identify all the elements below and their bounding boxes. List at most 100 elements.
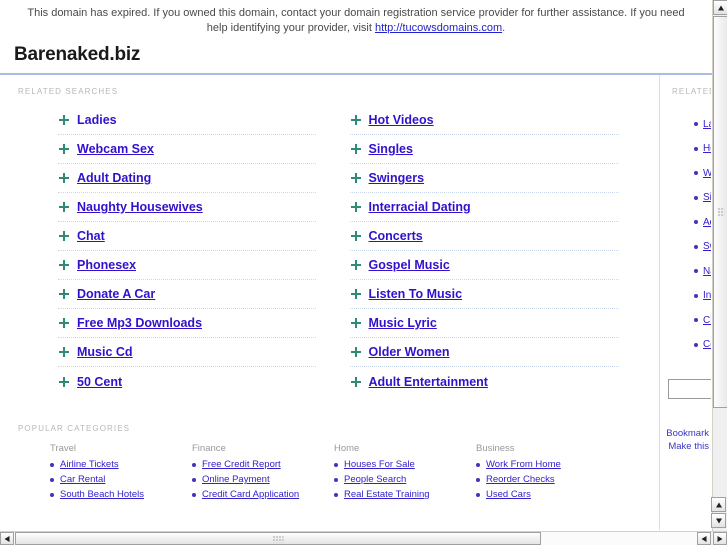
sidebar-related-item[interactable]: Swingers — [694, 235, 711, 260]
related-search-item[interactable]: Concerts — [349, 222, 619, 251]
related-search-item[interactable]: Singles — [349, 135, 619, 164]
bookmark-link[interactable]: Bookmark — [660, 427, 709, 440]
sidebar-related-item[interactable]: Adult Dating — [694, 210, 711, 235]
domain-title-area: Barenaked.biz — [0, 40, 712, 67]
related-search-link[interactable]: 50 Cent — [77, 375, 122, 389]
related-search-link[interactable]: Singles — [369, 142, 413, 156]
category-link[interactable]: Work From Home — [486, 459, 561, 470]
list-item[interactable]: Used Cars — [476, 489, 618, 500]
related-search-item[interactable]: Donate A Car — [58, 280, 316, 309]
related-search-link[interactable]: Interracial Dating — [369, 200, 471, 214]
sidebar-related-link[interactable]: Hot Videos — [703, 143, 711, 154]
related-search-link[interactable]: Free Mp3 Downloads — [77, 316, 202, 330]
related-search-item[interactable]: Webcam Sex — [58, 135, 316, 164]
sidebar-related-link[interactable]: Webcam Sex — [703, 168, 711, 179]
related-search-link[interactable]: Music Cd — [77, 345, 133, 359]
sidebar-related-item[interactable]: Ladies — [694, 112, 711, 137]
related-search-item[interactable]: Interracial Dating — [349, 193, 619, 222]
related-search-link[interactable]: Concerts — [369, 229, 423, 243]
category-link[interactable]: Airline Tickets — [60, 459, 119, 470]
sidebar-related-item[interactable]: Webcam Sex — [694, 161, 711, 186]
list-item[interactable]: Work From Home — [476, 459, 618, 470]
related-search-link[interactable]: Adult Entertainment — [369, 375, 488, 389]
list-item[interactable]: Online Payment — [192, 474, 334, 485]
category-link[interactable]: Used Cars — [486, 489, 531, 500]
sidebar-related-link[interactable]: Ladies — [703, 119, 711, 130]
category-link[interactable]: South Beach Hotels — [60, 489, 144, 500]
sidebar-related-link[interactable]: Swingers — [703, 241, 711, 252]
related-search-item[interactable]: Hot Videos — [349, 106, 619, 135]
related-search-item[interactable]: Swingers — [349, 164, 619, 193]
inner-scroll-up-button[interactable] — [711, 497, 726, 512]
list-item[interactable]: Reorder Checks — [476, 474, 618, 485]
related-search-item[interactable]: Ladies — [58, 106, 316, 135]
sidebar-related-link[interactable]: Concerts — [703, 339, 711, 350]
related-search-item[interactable]: Older Women — [349, 338, 619, 367]
vertical-scrollbar-thumb[interactable] — [713, 16, 727, 408]
category-link[interactable]: Houses For Sale — [344, 459, 415, 470]
sidebar-related-link[interactable]: Interracial Dating — [703, 290, 711, 301]
category-link[interactable]: Real Estate Training — [344, 489, 430, 500]
related-search-link[interactable]: Music Lyric — [369, 316, 437, 330]
category-link[interactable]: Credit Card Application — [202, 489, 299, 500]
sidebar-related-item[interactable]: Chat — [694, 308, 711, 333]
related-search-link[interactable]: Ladies — [77, 113, 117, 127]
tucowsdomains-link[interactable]: http://tucowsdomains.com — [375, 22, 502, 34]
related-search-link[interactable]: Older Women — [369, 345, 450, 359]
related-search-item[interactable]: Adult Entertainment — [350, 367, 620, 396]
related-search-link[interactable]: Phonesex — [77, 258, 136, 272]
list-item[interactable]: Airline Tickets — [50, 459, 192, 470]
related-search-item[interactable]: Naughty Housewives — [58, 193, 316, 222]
horizontal-scrollbar-thumb[interactable] — [15, 532, 541, 545]
category-link[interactable]: Reorder Checks — [486, 474, 555, 485]
related-search-link[interactable]: Adult Dating — [77, 171, 151, 185]
related-search-link[interactable]: Gospel Music — [369, 258, 450, 272]
category-link[interactable]: Car Rental — [60, 474, 105, 485]
related-search-item[interactable]: Adult Dating — [58, 164, 316, 193]
related-search-item[interactable]: Listen To Music — [349, 280, 619, 309]
list-item[interactable]: Houses For Sale — [334, 459, 476, 470]
related-search-link[interactable]: Hot Videos — [369, 113, 434, 127]
scroll-right-button-inner[interactable] — [697, 532, 711, 545]
sidebar-search-input[interactable] — [668, 379, 711, 399]
scroll-left-button[interactable] — [0, 532, 14, 545]
horizontal-scrollbar[interactable] — [0, 531, 727, 545]
related-search-link[interactable]: Naughty Housewives — [77, 200, 203, 214]
related-search-item[interactable]: Music Cd — [58, 338, 316, 367]
related-search-item[interactable]: 50 Cent — [58, 367, 316, 396]
related-search-link[interactable]: Chat — [77, 229, 105, 243]
list-item[interactable]: Car Rental — [50, 474, 192, 485]
sidebar-related-link[interactable]: Singles — [703, 192, 711, 203]
list-item[interactable]: Free Credit Report — [192, 459, 334, 470]
sidebar-related-link[interactable]: Naughty Housewives — [703, 266, 711, 277]
list-item[interactable]: People Search — [334, 474, 476, 485]
related-search-link[interactable]: Listen To Music — [369, 287, 463, 301]
related-search-item[interactable]: Free Mp3 Downloads — [58, 309, 316, 338]
sidebar-related-item[interactable]: Interracial Dating — [694, 284, 711, 309]
sidebar-related-link[interactable]: Adult Dating — [703, 217, 711, 228]
related-search-item[interactable]: Gospel Music — [349, 251, 619, 280]
sidebar-related-item[interactable]: Hot Videos — [694, 137, 711, 162]
related-search-item[interactable]: Chat — [58, 222, 316, 251]
list-item[interactable]: Real Estate Training — [334, 489, 476, 500]
sidebar-related-item[interactable]: Concerts — [694, 333, 711, 358]
related-search-item[interactable]: Music Lyric — [349, 309, 619, 338]
sidebar-related-item[interactable]: Naughty Housewives — [694, 259, 711, 284]
vertical-scrollbar[interactable] — [712, 0, 727, 531]
category-link[interactable]: Free Credit Report — [202, 459, 281, 470]
related-search-item[interactable]: Phonesex — [58, 251, 316, 280]
category-link[interactable]: Online Payment — [202, 474, 270, 485]
scroll-right-button[interactable] — [713, 532, 727, 545]
sidebar-related-item[interactable]: Singles — [694, 186, 711, 211]
related-search-link[interactable]: Swingers — [369, 171, 425, 185]
make-this-homepage-link[interactable]: Make this — [660, 440, 709, 453]
inner-vertical-scrollbar[interactable] — [711, 497, 726, 529]
sidebar-related-link[interactable]: Chat — [703, 315, 711, 326]
category-link[interactable]: People Search — [344, 474, 406, 485]
inner-scroll-down-button[interactable] — [711, 513, 726, 528]
related-search-link[interactable]: Donate A Car — [77, 287, 155, 301]
scroll-up-button[interactable] — [713, 0, 727, 15]
list-item[interactable]: South Beach Hotels — [50, 489, 192, 500]
list-item[interactable]: Credit Card Application — [192, 489, 334, 500]
related-search-link[interactable]: Webcam Sex — [77, 142, 154, 156]
